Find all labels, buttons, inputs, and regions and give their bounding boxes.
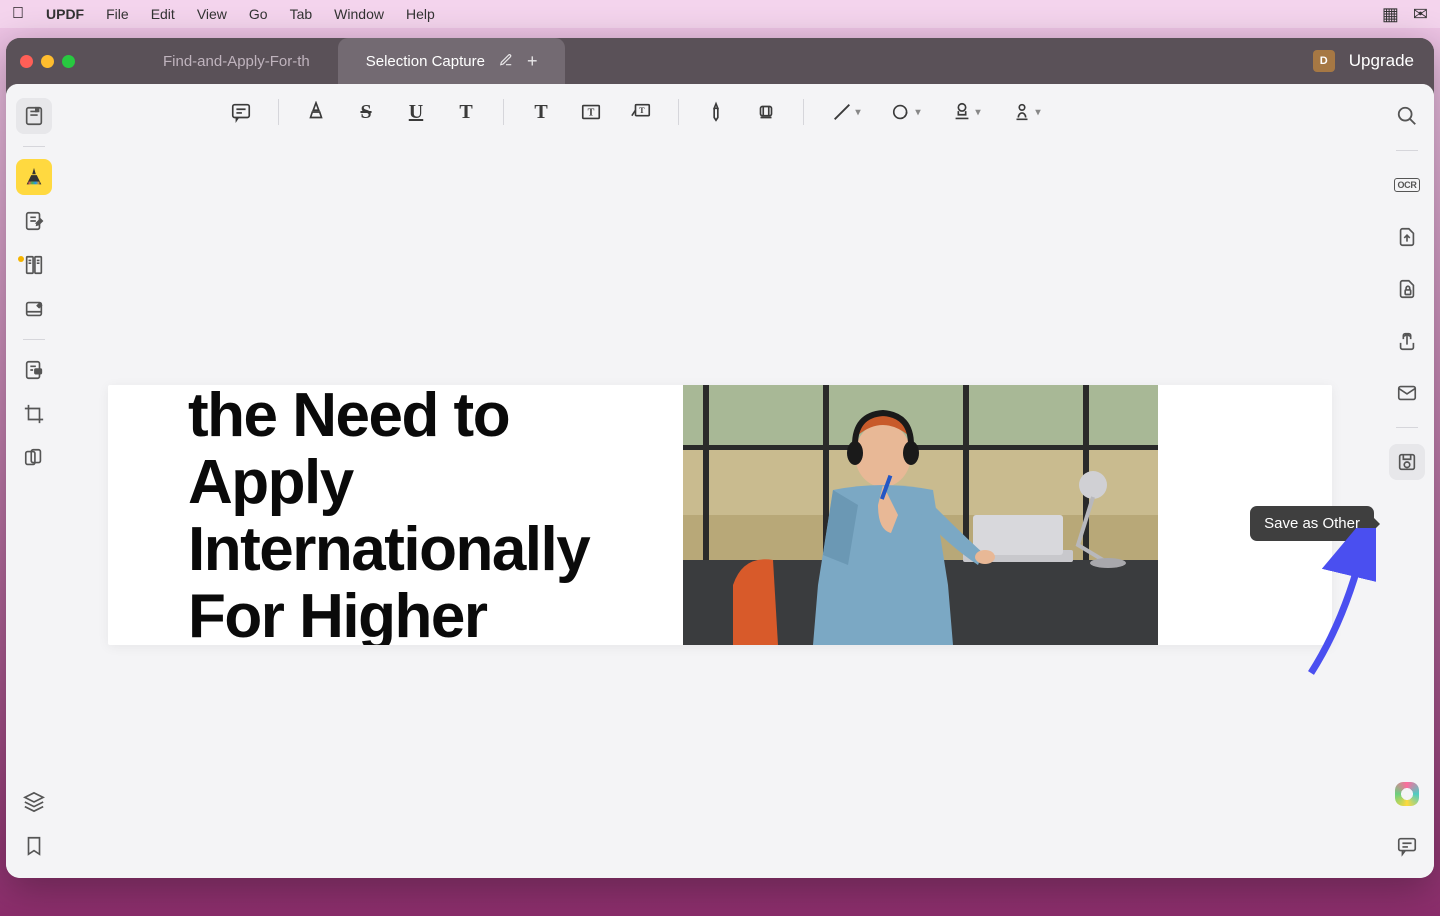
tab-bar: Find-and-Apply-For-th Selection Capture … [6, 38, 1434, 84]
divider [278, 99, 279, 125]
tab-label: Find-and-Apply-For-th [163, 53, 310, 70]
edit-pdf-icon[interactable] [16, 203, 52, 239]
highlight-tool-icon[interactable] [297, 93, 335, 131]
compare-icon[interactable] [16, 440, 52, 476]
app-name[interactable]: UPDF [46, 6, 84, 22]
line-tool-icon[interactable]: ▾ [822, 93, 870, 131]
organize-pages-icon[interactable] [16, 247, 52, 283]
user-avatar[interactable]: D [1313, 50, 1335, 72]
maximize-window-button[interactable] [62, 55, 75, 68]
menu-edit[interactable]: Edit [151, 6, 175, 22]
menu-help[interactable]: Help [406, 6, 435, 22]
document-heading: the Need to Apply Internationally For Hi… [188, 385, 683, 645]
divider [803, 99, 804, 125]
annotation-toolbar: S U T T T T [62, 84, 1380, 140]
shape-tool-icon[interactable]: ▾ [882, 93, 930, 131]
ocr-icon[interactable]: OCR [1389, 167, 1425, 203]
note-tool-icon[interactable] [222, 93, 260, 131]
active-indicator-dot [18, 256, 24, 262]
ai-assistant-icon[interactable] [1389, 776, 1425, 812]
app-window: Find-and-Apply-For-th Selection Capture … [6, 38, 1434, 878]
reader-mode-icon[interactable] [16, 98, 52, 134]
squiggly-tool-icon[interactable]: T [447, 93, 485, 131]
menu-view[interactable]: View [197, 6, 227, 22]
divider [1396, 427, 1418, 428]
tray-icon-2[interactable]: ✉ [1413, 4, 1428, 25]
strikethrough-tool-icon[interactable]: S [347, 93, 385, 131]
textbox-tool-icon[interactable]: T [572, 93, 610, 131]
page-text-region: the Need to Apply Internationally For Hi… [108, 385, 683, 645]
window-controls [20, 55, 75, 68]
redact-icon[interactable] [16, 352, 52, 388]
macos-menubar:  UPDF File Edit View Go Tab Window Help… [0, 0, 1440, 28]
comments-panel-icon[interactable] [1389, 828, 1425, 864]
minimize-window-button[interactable] [41, 55, 54, 68]
main-area: S U T T T T [6, 84, 1434, 878]
left-sidebar [6, 84, 62, 878]
page-image [683, 385, 1158, 645]
tab-label: Selection Capture [366, 53, 485, 70]
new-tab-in-group-icon[interactable]: + [527, 51, 538, 72]
divider [1396, 150, 1418, 151]
upgrade-button[interactable]: Upgrade [1349, 51, 1420, 71]
tab-active[interactable]: Selection Capture + [338, 38, 566, 84]
menu-go[interactable]: Go [249, 6, 268, 22]
comment-tool-icon[interactable] [16, 159, 52, 195]
share-icon[interactable] [1389, 323, 1425, 359]
save-as-other-icon[interactable] [1389, 444, 1425, 480]
convert-icon[interactable] [1389, 219, 1425, 255]
bookmark-icon[interactable] [16, 828, 52, 864]
divider [503, 99, 504, 125]
close-window-button[interactable] [20, 55, 33, 68]
callout-tool-icon[interactable]: T [622, 93, 660, 131]
menubar-right: ▦ ✉ [1382, 4, 1428, 25]
search-icon[interactable] [1389, 98, 1425, 134]
email-icon[interactable] [1389, 375, 1425, 411]
document-canvas[interactable]: the Need to Apply Internationally For Hi… [62, 140, 1380, 878]
save-as-other-tooltip: Save as Other [1250, 506, 1374, 541]
right-sidebar: OCR [1380, 84, 1434, 878]
stamp-tool-icon[interactable]: ▾ [942, 93, 990, 131]
layers-icon[interactable] [16, 784, 52, 820]
protect-icon[interactable] [1389, 271, 1425, 307]
tray-icon-1[interactable]: ▦ [1382, 4, 1399, 25]
fill-sign-icon[interactable] [16, 291, 52, 327]
tab-inactive[interactable]: Find-and-Apply-For-th [135, 38, 338, 84]
menu-tab[interactable]: Tab [290, 6, 313, 22]
svg-text:T: T [588, 108, 595, 119]
divider [23, 146, 45, 147]
divider [678, 99, 679, 125]
underline-tool-icon[interactable]: U [397, 93, 435, 131]
menu-window[interactable]: Window [334, 6, 384, 22]
menu-file[interactable]: File [106, 6, 129, 22]
svg-text:T: T [639, 106, 645, 115]
eraser-tool-icon[interactable] [747, 93, 785, 131]
content-area: S U T T T T [62, 84, 1380, 878]
page-content: the Need to Apply Internationally For Hi… [108, 385, 1332, 645]
apple-logo-icon[interactable]:  [12, 5, 24, 23]
crop-icon[interactable] [16, 396, 52, 432]
pencil-tool-icon[interactable] [697, 93, 735, 131]
divider [23, 339, 45, 340]
rename-tab-icon[interactable] [499, 53, 513, 70]
tabbar-right: D Upgrade [1313, 50, 1420, 72]
text-tool-icon[interactable]: T [522, 93, 560, 131]
signature-tool-icon[interactable]: ▾ [1002, 93, 1050, 131]
